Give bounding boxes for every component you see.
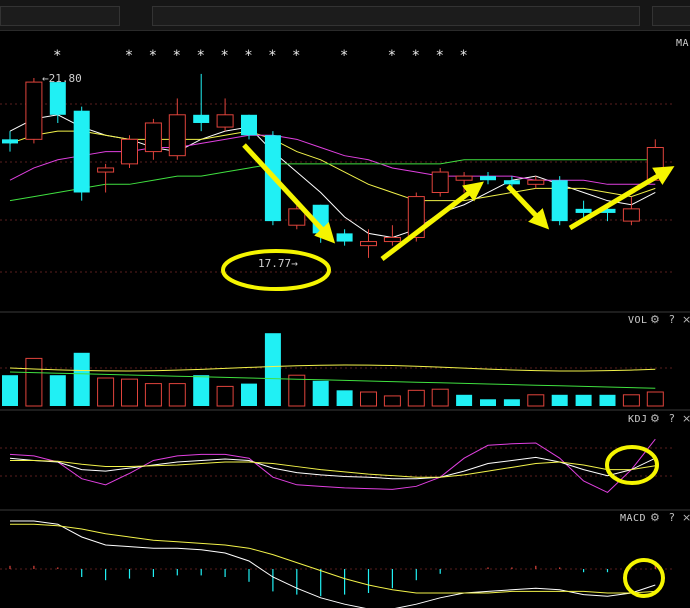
volume-bar-down	[503, 399, 520, 406]
volume-bar-up	[25, 357, 43, 407]
signal-star: *	[436, 48, 443, 64]
signal-star: *	[341, 48, 348, 64]
candle-body-up	[144, 122, 162, 153]
kdj-line-j	[9, 438, 656, 493]
candle-body-up	[383, 236, 401, 243]
candle-body-down	[551, 180, 568, 222]
volume-bar-up	[527, 394, 545, 407]
candle-body-up	[216, 114, 234, 128]
candle-body-up	[527, 179, 545, 185]
signal-star: *	[173, 48, 180, 64]
volume-bar-up	[431, 388, 449, 407]
low-price-label: 17.77→	[258, 257, 298, 270]
high-price-label: ←21.80	[42, 72, 82, 85]
volume-bar-up	[144, 383, 162, 407]
volume-bar-down	[599, 394, 616, 406]
volume-bar-up	[168, 383, 186, 407]
vol-close-icon[interactable]: ×	[682, 313, 690, 326]
candle-body-up	[431, 171, 449, 193]
volume-bar-down	[264, 333, 281, 406]
volume-bar-up	[407, 389, 425, 407]
signal-star: *	[149, 48, 156, 64]
kdj-panel-label: KDJ	[628, 414, 648, 425]
volume-bar-down	[73, 352, 90, 406]
signal-star: *	[412, 48, 419, 64]
volume-bar-down	[551, 394, 568, 406]
signal-star: *	[221, 48, 228, 64]
trend-arrow	[380, 181, 484, 261]
trend-arrow	[506, 184, 550, 230]
chart-canvas: * * * * * * * * * * * * * * ←21.80 17.77→	[0, 48, 690, 608]
volume-bar-down	[575, 394, 592, 406]
candle-body-down	[575, 208, 592, 213]
signal-star: *	[126, 48, 133, 64]
macd-panel-label: MACD	[620, 513, 647, 524]
stock-chart-window: * * * * * * * * * * * * * * ←21.80 17.77→ MA VOL ⚙ ? × …	[0, 0, 690, 608]
volume-bar-down	[241, 383, 257, 406]
kdj-help-icon[interactable]: ?	[669, 412, 675, 425]
candle-body-down	[193, 114, 210, 123]
volume-bar-up	[383, 395, 401, 407]
candle-body-down	[503, 180, 520, 185]
volume-bar-down	[193, 375, 210, 406]
volume-bar-down	[2, 375, 18, 406]
volume-bar-up	[622, 394, 640, 407]
candle-body-up	[455, 175, 473, 181]
main-panel-label: MA	[676, 38, 690, 49]
candle-body-up	[360, 241, 377, 247]
kdj-highlight-circle	[605, 445, 659, 485]
macd-highlight-circle	[623, 558, 665, 598]
volume-bar-down	[336, 390, 353, 406]
candle-body-down	[73, 110, 90, 193]
candle-body-down	[241, 114, 257, 136]
macd-settings-icon[interactable]: ⚙	[650, 511, 660, 524]
kdj-close-icon[interactable]: ×	[682, 412, 690, 425]
volume-bar-down	[456, 394, 473, 406]
volume-bar-up	[360, 391, 377, 407]
candle-body-up	[622, 208, 640, 222]
signal-star: *	[245, 48, 252, 64]
volume-bar-up	[216, 385, 234, 407]
signal-star: *	[54, 48, 61, 64]
volume-bar-down	[480, 399, 496, 406]
candle-body-down	[480, 176, 496, 181]
volume-bar-down	[49, 375, 66, 406]
signal-star: *	[460, 48, 467, 64]
volume-bar-up	[121, 378, 138, 407]
candle-body-down	[49, 82, 66, 115]
trend-arrow	[568, 166, 675, 231]
candle-body-up	[25, 81, 43, 140]
candle-body-down	[336, 233, 353, 242]
macd-line-dea	[10, 523, 656, 594]
volume-bar-up	[97, 377, 115, 407]
signal-star: *	[293, 48, 300, 64]
signal-star: *	[197, 48, 204, 64]
candle-body-up	[121, 138, 138, 165]
signal-star: *	[388, 48, 395, 64]
candle-body-down	[2, 139, 18, 144]
kdj-line-d	[10, 459, 656, 478]
volume-bar-up	[646, 391, 664, 407]
volume-bar-down	[312, 380, 329, 406]
candle-body-up	[97, 167, 115, 173]
vol-settings-icon[interactable]: ⚙	[650, 313, 660, 326]
kdj-settings-icon[interactable]: ⚙	[650, 412, 660, 425]
vol-panel-label: VOL	[628, 315, 648, 326]
candle-body-up	[168, 114, 186, 157]
macd-help-icon[interactable]: ?	[669, 511, 675, 524]
vol-help-icon[interactable]: ?	[669, 313, 675, 326]
signal-star: *	[269, 48, 276, 64]
macd-close-icon[interactable]: ×	[682, 511, 690, 524]
